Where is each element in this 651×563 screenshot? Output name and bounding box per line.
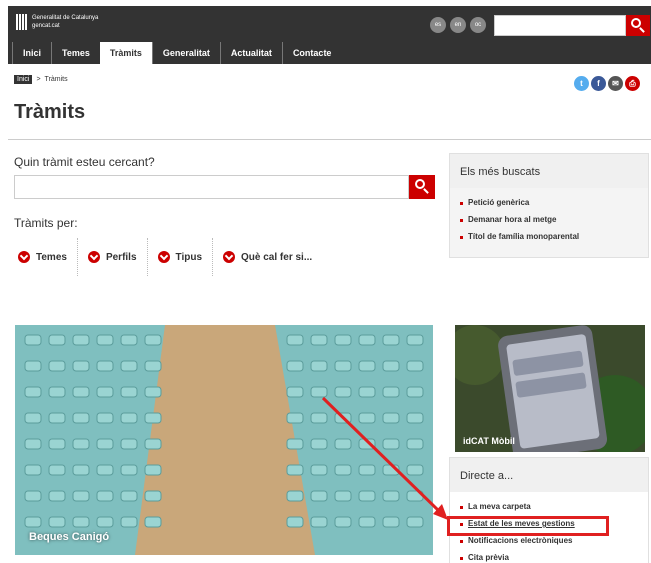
nav-tramits[interactable]: Tràmits bbox=[99, 42, 152, 64]
breadcrumb-current: Tràmits bbox=[44, 76, 68, 83]
filter-tabs: Temes Perfils Tipus Què cal fer si... bbox=[14, 238, 322, 276]
lang-en[interactable]: en bbox=[450, 17, 466, 33]
filter-label: Temes bbox=[36, 251, 67, 263]
lang-oc[interactable]: oc bbox=[470, 17, 486, 33]
title-divider bbox=[8, 139, 651, 140]
nav-contacte[interactable]: Contacte bbox=[281, 42, 342, 64]
senyera-logo-icon bbox=[16, 14, 28, 30]
main-nav: Inici Temes Tràmits Generalitat Actualit… bbox=[12, 42, 341, 64]
print-icon[interactable]: ⎙ bbox=[625, 76, 640, 91]
filter-temes[interactable]: Temes bbox=[14, 238, 78, 276]
search-icon bbox=[415, 179, 425, 189]
idcat-mobil-promo[interactable]: idCAT Mòbil bbox=[455, 325, 645, 452]
site-header: Generalitat de Catalunya gencat.cat es e… bbox=[8, 6, 651, 64]
hero-banner[interactable]: Beques Canigó bbox=[15, 325, 433, 555]
direct-link-carpeta[interactable]: La meva carpeta bbox=[460, 498, 638, 515]
filter-tipus[interactable]: Tipus bbox=[148, 238, 214, 276]
nav-inici[interactable]: Inici bbox=[12, 42, 51, 64]
most-searched-item[interactable]: Títol de família monoparental bbox=[460, 228, 638, 245]
nav-generalitat[interactable]: Generalitat bbox=[151, 42, 220, 64]
tramit-search-input[interactable] bbox=[14, 175, 409, 199]
most-searched-item[interactable]: Petició genèrica bbox=[460, 194, 638, 211]
phone-image bbox=[455, 325, 645, 452]
email-icon[interactable]: ✉ bbox=[608, 76, 623, 91]
facebook-icon[interactable]: f bbox=[591, 76, 606, 91]
browser-viewport: Generalitat de Catalunya gencat.cat es e… bbox=[8, 6, 651, 563]
nav-temes[interactable]: Temes bbox=[51, 42, 100, 64]
chevron-down-icon bbox=[157, 251, 170, 263]
filter-label: Perfils bbox=[105, 251, 137, 263]
nav-actualitat[interactable]: Actualitat bbox=[219, 42, 282, 64]
logo-domain: gencat.cat bbox=[32, 23, 60, 29]
search-label: Quin tràmit esteu cercant? bbox=[14, 155, 155, 169]
direct-link-cita-previa[interactable]: Cita prèvia bbox=[460, 549, 638, 563]
breadcrumb: Inici > Tràmits bbox=[14, 75, 68, 84]
promo-caption: idCAT Mòbil bbox=[463, 436, 515, 446]
most-searched-box: Els més buscats Petició genèrica Demanar… bbox=[449, 153, 649, 258]
filter-label: Tipus bbox=[175, 251, 203, 263]
header-search-input[interactable] bbox=[494, 15, 626, 36]
filter-perfils[interactable]: Perfils bbox=[78, 238, 148, 276]
hero-caption: Beques Canigó bbox=[29, 531, 110, 543]
twitter-icon[interactable]: t bbox=[574, 76, 589, 91]
direct-links-box: Directe a... La meva carpeta Estat de le… bbox=[449, 457, 649, 563]
stadium-seats-image bbox=[15, 325, 433, 555]
breadcrumb-home[interactable]: Inici bbox=[14, 75, 33, 84]
filter-que-cal-fer[interactable]: Què cal fer si... bbox=[213, 238, 322, 276]
breadcrumb-separator: > bbox=[36, 76, 41, 83]
page-title: Tràmits bbox=[14, 101, 86, 123]
logo-name: Generalitat de Catalunya bbox=[32, 15, 99, 21]
direct-links-title: Directe a... bbox=[450, 458, 648, 492]
filter-label: Què cal fer si... bbox=[241, 251, 313, 263]
tramit-search-button[interactable] bbox=[409, 175, 435, 199]
chevron-down-icon bbox=[87, 251, 100, 263]
annotation-highlight-box bbox=[447, 516, 609, 536]
lang-es[interactable]: es bbox=[430, 17, 446, 33]
gencat-logo[interactable]: Generalitat de Catalunya gencat.cat bbox=[16, 14, 98, 30]
filters-label: Tràmits per: bbox=[14, 216, 78, 230]
search-icon bbox=[631, 18, 641, 28]
header-search-button[interactable] bbox=[626, 15, 650, 36]
chevron-down-icon bbox=[18, 251, 30, 263]
chevron-down-icon bbox=[223, 251, 236, 263]
most-searched-item[interactable]: Demanar hora al metge bbox=[460, 211, 638, 228]
most-searched-title: Els més buscats bbox=[450, 154, 648, 188]
